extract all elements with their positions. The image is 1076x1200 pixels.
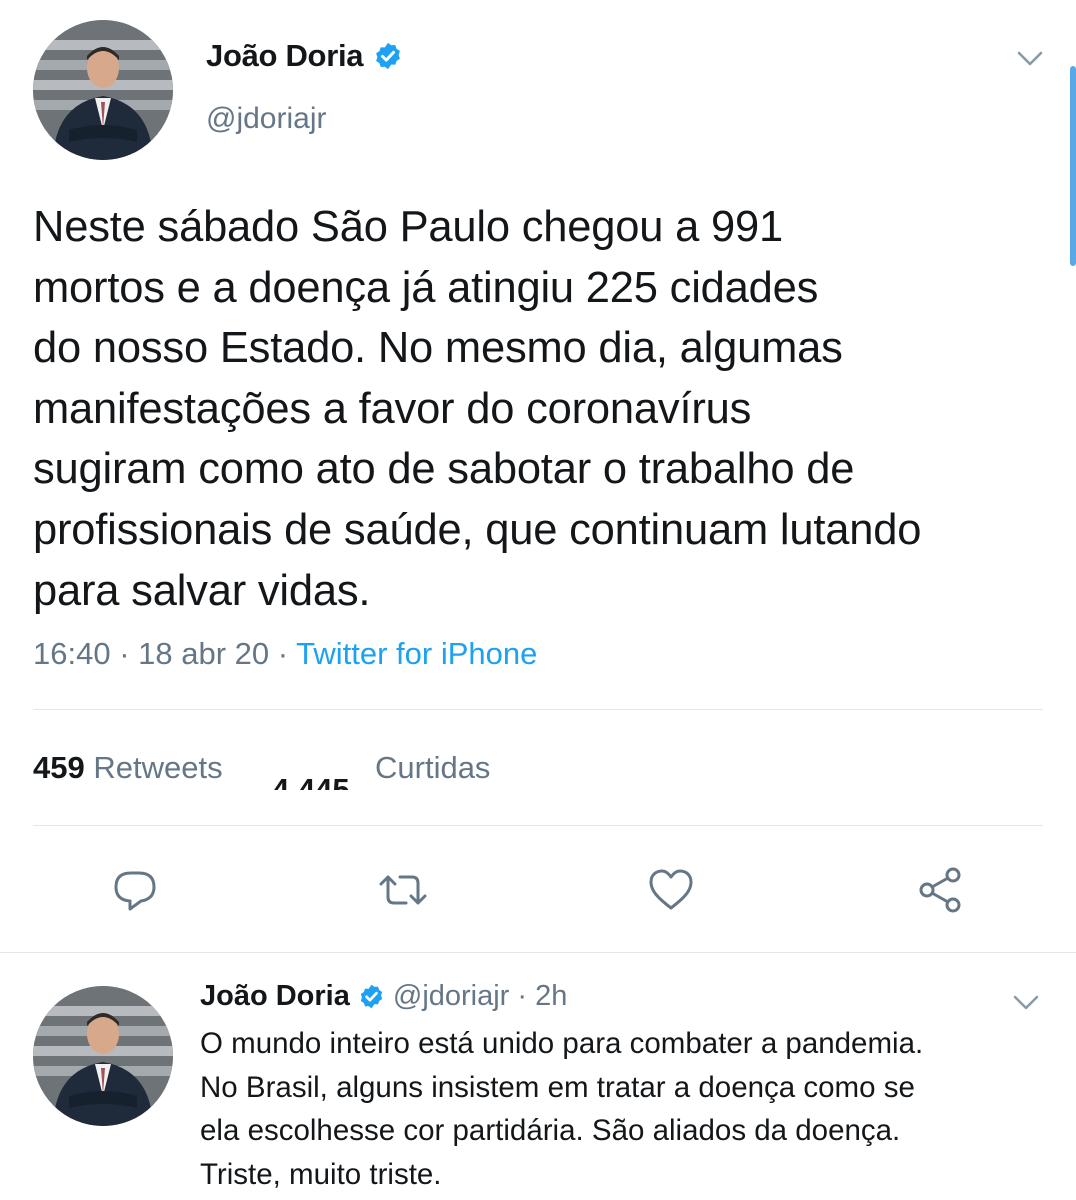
second-tweet-header[interactable]: João Doria @jdoriajr · 2h (200, 980, 567, 1013)
retweets-stat[interactable]: 459 Retweets (33, 750, 223, 786)
separator-dot: · (119, 636, 139, 671)
profile-photo (33, 20, 173, 160)
tweet-text-line: sugiram como ato de sabotar o trabalho d… (33, 445, 855, 494)
author-handle[interactable]: @jdoriajr (206, 102, 326, 136)
divider (33, 709, 1043, 710)
author-name-row[interactable]: João Doria (206, 38, 403, 74)
share-button[interactable] (912, 862, 968, 918)
likes-count[interactable]: 4.445 (272, 770, 350, 790)
like-icon (649, 869, 693, 910)
retweets-label: Retweets (93, 750, 223, 785)
tweet-text-line: do nosso Estado. No mesmo dia, algumas (33, 324, 843, 373)
second-tweet-text: O mundo inteiro está unido para combater… (200, 1022, 1040, 1196)
divider (0, 952, 1076, 953)
tweet-text-line: mortos e a doença já atingiu 225 cidades (33, 263, 819, 312)
tweet-text-line: manifestações a favor do coronavírus (33, 384, 752, 433)
tweet-text-line: ela escolhesse cor partidária. São aliad… (200, 1114, 901, 1147)
reply-button[interactable] (107, 862, 163, 918)
author-handle[interactable]: @jdoriajr (393, 980, 509, 1013)
retweet-icon (379, 875, 427, 905)
retweet-button[interactable] (375, 862, 431, 918)
tweet-source-link[interactable]: Twitter for iPhone (296, 636, 537, 671)
likes-label[interactable]: Curtidas (375, 750, 490, 786)
like-button[interactable] (643, 862, 699, 918)
verified-badge-icon (360, 984, 383, 1009)
retweets-count: 459 (33, 750, 85, 785)
tweet-text-line: No Brasil, alguns insistem em tratar a d… (200, 1070, 915, 1104)
avatar[interactable] (33, 20, 173, 160)
profile-photo (33, 986, 173, 1126)
avatar[interactable] (33, 986, 173, 1126)
tweet-text-line: profissionais de saúde, que continuam lu… (33, 505, 922, 554)
verified-badge-icon (376, 42, 401, 70)
divider (33, 825, 1043, 826)
chevron-down-icon[interactable] (1012, 988, 1040, 1016)
tweet-text-line: para salvar vidas. (33, 566, 371, 615)
tweet-age: 2h (535, 980, 568, 1012)
tweet-text-line: Triste, muito triste. (200, 1157, 442, 1191)
chevron-down-icon[interactable] (1016, 44, 1044, 72)
share-icon (919, 867, 961, 913)
tweet-meta: 16:40 · 18 abr 20 · Twitter for iPhone (33, 636, 537, 672)
tweet-date: 18 abr 20 (138, 636, 270, 671)
tweet-time: 16:40 (33, 636, 111, 671)
tweet-text-line: Neste sábado São Paulo chegou a 991 (33, 203, 784, 251)
reply-icon (114, 871, 156, 911)
author-name[interactable]: João Doria (200, 980, 350, 1013)
tweet-text: Neste sábado São Paulo chegou a 991 mort… (33, 197, 1043, 621)
author-name[interactable]: João Doria (206, 38, 364, 74)
separator-dot: · (509, 980, 536, 1012)
scrollbar[interactable] (1070, 66, 1076, 266)
tweet-text-line: O mundo inteiro está unido para combater… (200, 1027, 924, 1060)
separator-dot: · (277, 636, 297, 671)
